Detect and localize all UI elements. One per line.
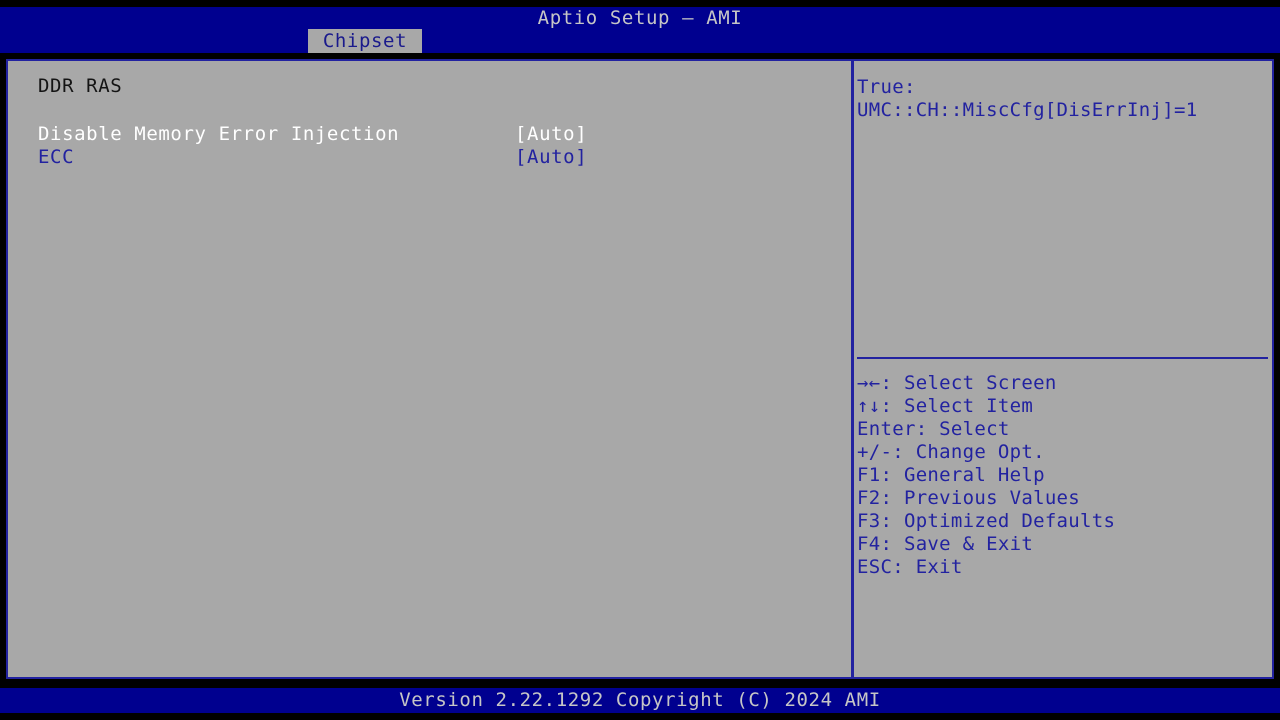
key-hint-select-item: ↑↓: Select Item [857, 395, 1033, 418]
page-title: Aptio Setup – AMI [537, 7, 743, 29]
arrow-left-right-icon: →← [857, 372, 881, 394]
key-hint-text: : Select Screen [880, 372, 1057, 394]
help-pane: True: UMC::CH::MiscCfg[DisErrInj]=1 →←: … [854, 61, 1272, 677]
setting-label: ECC [38, 146, 75, 168]
key-hint-f2-previous-values: F2: Previous Values [857, 487, 1081, 509]
setting-row-disable-memory-error-injection[interactable]: Disable Memory Error Injection [Auto] [8, 123, 849, 146]
setting-row-ecc[interactable]: ECC [Auto] [8, 146, 849, 169]
key-hint-change-opt: +/-: Change Opt. [857, 441, 1045, 463]
key-hint-f1-general-help: F1: General Help [857, 464, 1045, 486]
settings-pane: DDR RAS Disable Memory Error Injection [… [8, 61, 849, 677]
key-hint-esc-exit: ESC: Exit [857, 556, 963, 578]
setting-label: Disable Memory Error Injection [38, 123, 400, 145]
bios-setup-screen: Aptio Setup – AMI Chipset DDR RAS Disabl… [0, 0, 1280, 720]
key-hint-text: : Select Item [880, 395, 1034, 417]
key-hint-select-screen: →←: Select Screen [857, 372, 1057, 395]
help-description-line-2: UMC::CH::MiscCfg[DisErrInj]=1 [857, 99, 1198, 121]
help-separator [857, 357, 1268, 359]
key-hint-enter: Enter: Select [857, 418, 1010, 440]
footer-version-text: Version 2.22.1292 Copyright (C) 2024 AMI [399, 689, 881, 711]
setting-value[interactable]: [Auto] [515, 146, 587, 169]
tab-chipset[interactable]: Chipset [308, 29, 422, 53]
section-heading-ddr-ras: DDR RAS [38, 75, 123, 97]
key-hint-f3-optimized-defaults: F3: Optimized Defaults [857, 510, 1116, 532]
setting-value[interactable]: [Auto] [515, 123, 587, 146]
help-description-line-1: True: [857, 76, 916, 98]
arrow-up-down-icon: ↑↓ [857, 395, 881, 417]
key-hint-f4-save-exit: F4: Save & Exit [857, 533, 1034, 555]
tab-bar [0, 29, 1280, 53]
